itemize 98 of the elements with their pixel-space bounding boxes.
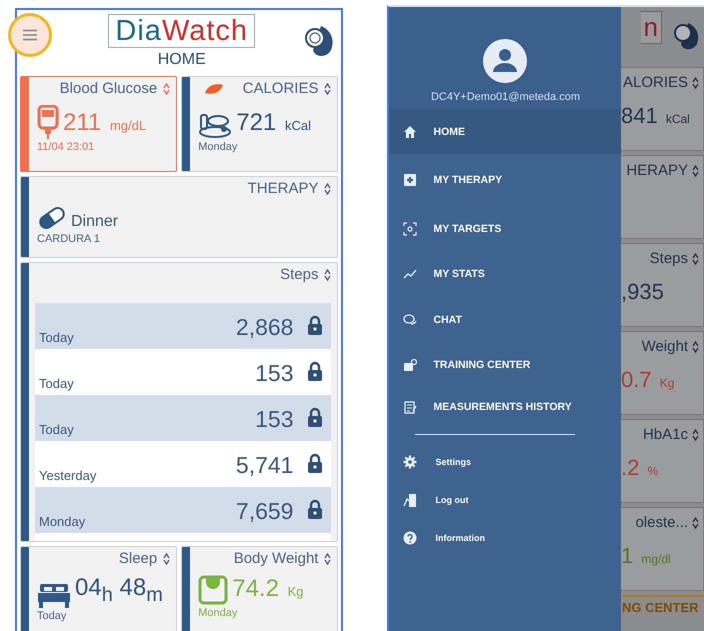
card-caption: Monday xyxy=(198,607,238,619)
bed-icon xyxy=(37,582,71,608)
medical-cross-icon xyxy=(403,173,418,187)
lock-icon xyxy=(307,315,324,335)
step-count: 2,868 xyxy=(236,314,294,341)
menu-item[interactable]: TRAINING CENTER xyxy=(389,344,622,386)
dashboard-card[interactable]: CALORIES 721 kCal Monday xyxy=(181,76,338,172)
dashboard-card[interactable]: ALORIES 841 kCal xyxy=(620,67,704,151)
dashboard-card[interactable]: Steps Today 2,868 Today 153 Today 153 Yesterday 5,741 Monday 7,659 xyxy=(20,262,338,542)
settings-icon xyxy=(403,455,418,469)
app-logo: n xyxy=(640,11,662,44)
sort-icon[interactable] xyxy=(692,428,699,440)
sort-icon[interactable] xyxy=(324,552,332,564)
reading-value: 0.7 Kg xyxy=(621,367,674,393)
dashboard-card[interactable]: Blood Glucose 211 mg/dL 11/04 23:01 xyxy=(20,76,178,172)
reading-value: ,935 xyxy=(621,279,664,305)
glucose-sensor-icon[interactable] xyxy=(672,21,700,51)
help-icon xyxy=(403,531,418,545)
dashboard-card[interactable]: THERAPY Dinner CARDURA 1 xyxy=(20,176,338,258)
menu-button[interactable] xyxy=(8,13,52,57)
lock-icon xyxy=(307,361,324,381)
menu-item[interactable]: HOME xyxy=(389,109,622,154)
dashboard-card[interactable]: Body Weight 74.2 Kg Monday xyxy=(181,546,338,631)
card-title: Sleep xyxy=(118,550,158,567)
avatar-icon xyxy=(483,39,528,83)
dashboard-card[interactable]: Sleep 04$_{h}$ 48$_{m}$ Today xyxy=(20,546,178,631)
sort-icon[interactable] xyxy=(324,182,332,194)
reading-value: 211 mg/dL xyxy=(63,110,146,138)
row-label: Monday xyxy=(39,514,86,529)
target-icon xyxy=(403,222,418,236)
card-title: HERAPY xyxy=(626,162,688,179)
row-label: Today xyxy=(39,376,75,391)
menu-item[interactable]: Log out xyxy=(389,481,468,519)
glucose-sensor-icon[interactable] xyxy=(303,24,336,58)
clipboard-icon xyxy=(403,400,418,414)
dashboard-card[interactable]: oleste... 1 mg/dl xyxy=(620,507,704,591)
card-title: Steps xyxy=(650,250,688,267)
scale-icon xyxy=(198,575,228,605)
card-caption: CARDURA 1 xyxy=(37,233,101,245)
menu-item[interactable]: MY TARGETS xyxy=(389,206,622,252)
lock-icon xyxy=(307,499,324,519)
card-caption: Monday xyxy=(198,141,238,153)
dashboard-card[interactable]: HbA1c .2 % xyxy=(620,419,704,503)
page-title: HOME xyxy=(158,51,206,69)
reading-value: 721 kCal xyxy=(236,110,311,138)
glucose-meter-icon xyxy=(37,105,59,139)
menu-item[interactable]: MY THERAPY xyxy=(389,154,622,206)
dose-time: Dinner xyxy=(71,213,118,231)
sort-icon[interactable] xyxy=(692,252,699,264)
reading-value: 74.2 Kg xyxy=(232,576,304,604)
card-title: THERAPY xyxy=(248,180,318,197)
home-icon xyxy=(403,124,418,138)
menu-item[interactable]: Settings xyxy=(389,443,471,481)
menu-item[interactable]: CHAT xyxy=(389,296,622,344)
step-count: 7,659 xyxy=(236,498,294,525)
sort-icon[interactable] xyxy=(692,340,699,352)
trend-line-icon xyxy=(403,267,418,281)
card-caption: Today xyxy=(37,610,68,622)
menu-item[interactable]: MY STATS xyxy=(389,252,622,296)
reading-value: 1 mg/dl xyxy=(621,543,671,569)
card-title: oleste... xyxy=(635,514,688,531)
account-email: DC4Y+Demo01@meteda.com xyxy=(430,91,580,103)
dashboard-card[interactable]: HERAPY xyxy=(620,155,704,239)
lock-icon xyxy=(307,407,324,427)
row-label: Today xyxy=(39,422,75,437)
row-label: Today xyxy=(39,330,75,345)
sort-icon[interactable] xyxy=(163,552,170,564)
lock-icon xyxy=(307,453,324,473)
card-title: Weight xyxy=(642,338,688,355)
app-logo: DiaWatch xyxy=(108,14,256,48)
sort-icon[interactable] xyxy=(692,164,699,176)
sort-icon[interactable] xyxy=(692,76,699,88)
card-title: Body Weight xyxy=(234,550,318,567)
dashboard-card[interactable]: Steps ,935 xyxy=(620,243,704,327)
chat-bubbles-icon xyxy=(403,313,418,327)
card-caption: 11/04 23:01 xyxy=(37,141,96,153)
reading-value: .2 % xyxy=(621,455,658,481)
sort-icon[interactable] xyxy=(324,82,332,94)
menu-item[interactable]: MEASUREMENTS HISTORY xyxy=(389,386,622,428)
leaf-icon xyxy=(204,82,224,94)
reading-value: 841 kCal xyxy=(621,103,690,129)
reading-value: 04$_{h}$ 48$_{m}$ xyxy=(75,575,163,608)
card-title: ALORIES xyxy=(622,74,688,91)
card-title: HbA1c xyxy=(642,426,688,443)
step-count: 5,741 xyxy=(236,452,294,479)
card-title: Steps xyxy=(280,266,318,283)
card-title: CALORIES xyxy=(242,80,318,97)
menu-item[interactable]: Information xyxy=(389,519,485,557)
exit-door-icon xyxy=(403,493,418,507)
row-label: Yesterday xyxy=(39,468,98,483)
sort-icon[interactable] xyxy=(163,82,170,94)
step-count: 153 xyxy=(255,360,294,387)
step-count: 153 xyxy=(255,406,294,433)
menu-icon xyxy=(22,29,38,41)
sort-icon[interactable] xyxy=(324,268,332,280)
dashboard-card[interactable]: Weight 0.7 Kg xyxy=(620,331,704,415)
card-title: Blood Glucose xyxy=(60,80,158,97)
sort-icon[interactable] xyxy=(692,516,699,528)
